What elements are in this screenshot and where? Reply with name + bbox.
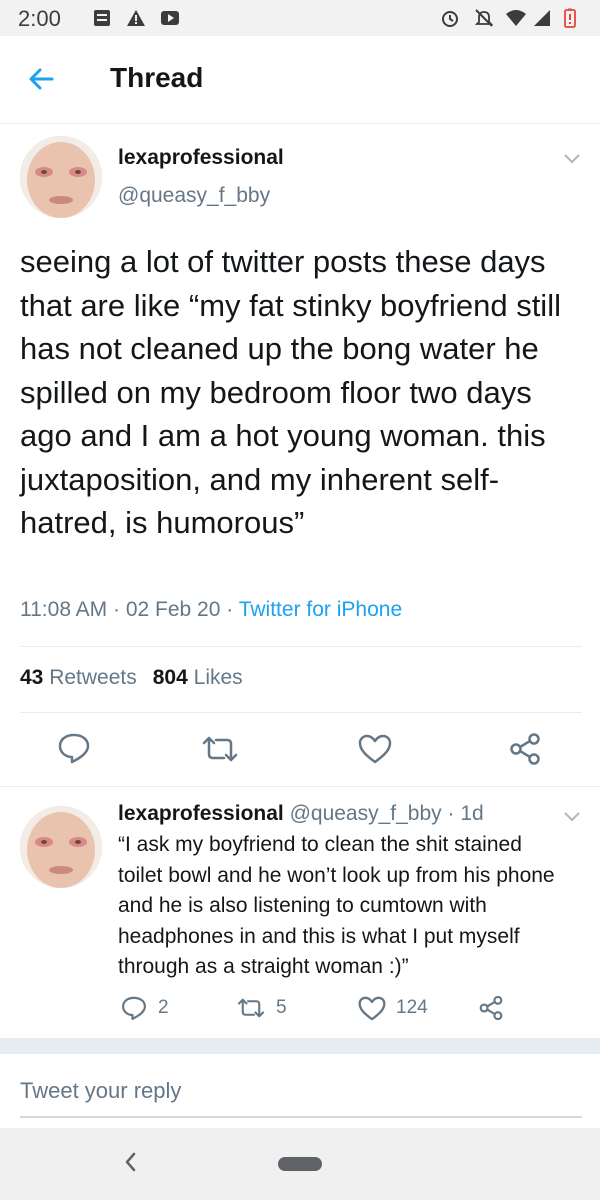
reply-avatar[interactable] xyxy=(20,806,102,888)
reply-reply-button[interactable]: 2 xyxy=(120,994,169,1022)
reply-age: 1d xyxy=(460,802,484,825)
divider xyxy=(20,646,582,647)
signal-icon xyxy=(534,10,550,26)
avatar[interactable] xyxy=(20,136,102,218)
divider xyxy=(0,786,600,787)
likes-label: Likes xyxy=(193,666,243,689)
tweet-text: seeing a lot of twitter posts these days… xyxy=(20,244,561,540)
reply-display-name[interactable]: lexaprofessional xyxy=(118,802,284,825)
handle[interactable]: @queasy_f_bby xyxy=(118,184,270,208)
tweet-source[interactable]: Twitter for iPhone xyxy=(239,598,402,621)
chevron-down-icon[interactable] xyxy=(562,810,582,824)
retweet-count: 5 xyxy=(276,997,287,1018)
battery-low-icon xyxy=(564,8,576,28)
play-icon xyxy=(161,11,179,25)
like-icon xyxy=(358,996,386,1020)
like-count: 124 xyxy=(396,997,428,1018)
alarm-icon xyxy=(442,11,458,27)
notes-icon xyxy=(94,10,110,26)
tweet-date: 02 Feb 20 xyxy=(125,598,221,621)
tweet-meta: 11:08 AM · 02 Feb 20 · Twitter for iPhon… xyxy=(20,598,403,621)
reply-retweet-button[interactable]: 5 xyxy=(236,994,287,1022)
status-time: 2:00 xyxy=(18,6,61,31)
nav-home-pill[interactable] xyxy=(278,1157,322,1171)
section-separator xyxy=(0,1038,600,1054)
reply-icon[interactable] xyxy=(56,732,92,764)
avatar-image xyxy=(20,806,102,888)
page-title: Thread xyxy=(110,62,204,93)
share-icon xyxy=(479,995,503,1021)
reply-like-button[interactable]: 124 xyxy=(358,994,428,1022)
nav-back-icon[interactable] xyxy=(120,1148,142,1176)
compose-underline xyxy=(20,1116,582,1118)
divider xyxy=(20,712,582,713)
reply-compose-input[interactable]: Tweet your reply xyxy=(20,1078,181,1104)
likes-count: 804 xyxy=(152,666,188,689)
tweet-time: 11:08 AM xyxy=(20,598,108,621)
retweet-icon xyxy=(237,998,265,1018)
alert-icon xyxy=(127,10,145,26)
like-icon[interactable] xyxy=(358,734,392,764)
reply-icon xyxy=(122,996,146,1020)
retweets-stat[interactable]: 43 Retweets xyxy=(20,666,137,689)
reply-header: lexaprofessional @queasy_f_bby · 1d xyxy=(118,802,484,825)
retweets-count: 43 xyxy=(20,666,44,689)
app-bar: Thread xyxy=(0,36,600,124)
system-nav-bar xyxy=(0,1128,600,1200)
retweets-label: Retweets xyxy=(49,666,137,689)
mute-icon xyxy=(474,9,494,27)
reply-text: “I ask my boyfriend to clean the shit st… xyxy=(118,833,555,978)
chevron-down-icon[interactable] xyxy=(562,152,582,166)
likes-stat[interactable]: 804 Likes xyxy=(153,666,243,689)
arrow-left-icon[interactable] xyxy=(26,64,56,94)
reply-count: 2 xyxy=(158,997,169,1018)
reply-handle[interactable]: @queasy_f_bby xyxy=(290,802,442,825)
display-name[interactable]: lexaprofessional xyxy=(118,146,284,170)
retweet-icon[interactable] xyxy=(200,734,240,764)
status-bar: 2:00 xyxy=(0,0,600,36)
engagement-stats: 43 Retweets 804 Likes xyxy=(20,666,243,690)
wifi-icon xyxy=(506,10,526,26)
reply-share-button[interactable] xyxy=(478,994,504,1022)
share-icon[interactable] xyxy=(508,732,542,766)
avatar-image xyxy=(20,136,102,218)
